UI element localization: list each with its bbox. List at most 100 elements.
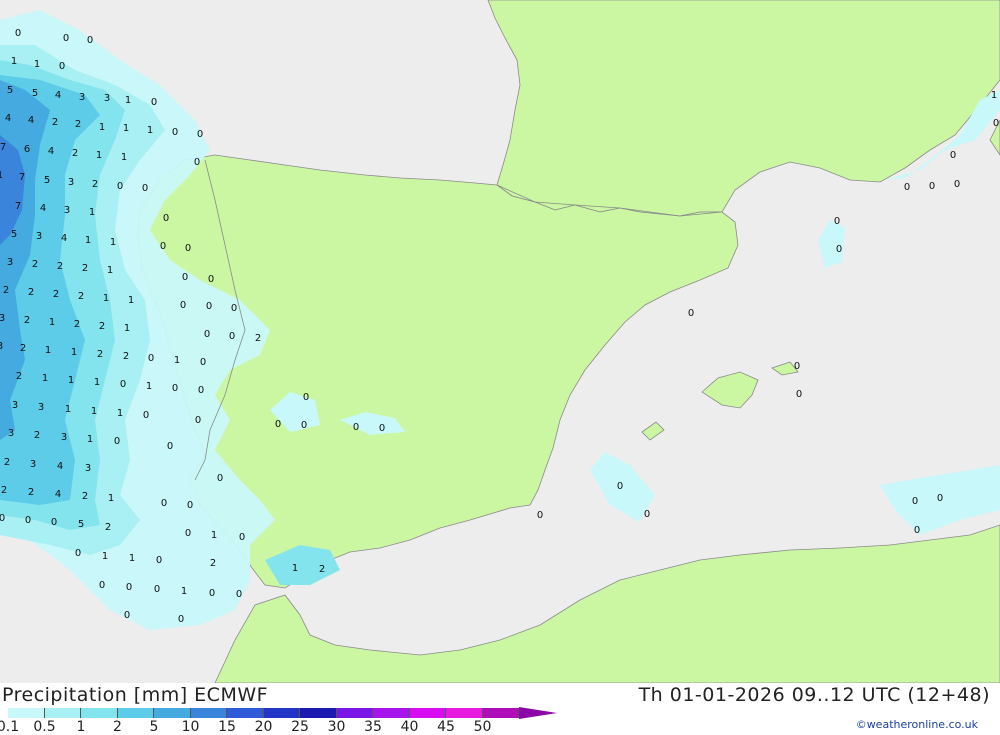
precip-value-label: 3 bbox=[104, 93, 110, 104]
precip-value-label: 0 bbox=[178, 614, 184, 625]
precip-value-label: 1 bbox=[49, 317, 55, 328]
precip-value-label: 0 bbox=[206, 301, 212, 312]
precip-value-label: 0 bbox=[993, 118, 999, 129]
precip-value-label: 0 bbox=[148, 353, 154, 364]
precip-value-label: 1 bbox=[0, 170, 3, 181]
precip-value-label: 1 bbox=[211, 530, 217, 541]
precip-value-label: 2 bbox=[57, 261, 63, 272]
precip-value-label: 0 bbox=[15, 28, 21, 39]
precip-value-label: 0 bbox=[197, 129, 203, 140]
precip-value-label: 2 bbox=[24, 315, 30, 326]
precip-value-label: 1 bbox=[107, 265, 113, 276]
precip-value-label: 1 bbox=[129, 553, 135, 564]
precip-value-label: 2 bbox=[74, 319, 80, 330]
precip-value-label: 0 bbox=[120, 379, 126, 390]
precip-value-label: 2 bbox=[210, 558, 216, 569]
precip-value-label: 1 bbox=[146, 381, 152, 392]
precip-value-label: 4 bbox=[61, 233, 67, 244]
precip-value-label: 0 bbox=[167, 441, 173, 452]
precip-value-label: 2 bbox=[99, 321, 105, 332]
precip-value-label: 3 bbox=[79, 92, 85, 103]
precip-value-label: 1 bbox=[89, 207, 95, 218]
precip-value-label: 0 bbox=[275, 419, 281, 430]
precip-value-label: 1 bbox=[71, 347, 77, 358]
precip-value-label: 0 bbox=[172, 383, 178, 394]
precip-value-label: 0 bbox=[204, 329, 210, 340]
precip-value-label: 5 bbox=[78, 519, 84, 530]
legend-swatch bbox=[336, 708, 373, 718]
precip-value-label: 0 bbox=[912, 496, 918, 507]
map-title: Precipitation [mm] ECMWF bbox=[2, 684, 269, 706]
precip-value-label: 0 bbox=[0, 513, 5, 524]
precip-value-label: 5 bbox=[44, 175, 50, 186]
legend-swatch bbox=[300, 708, 337, 718]
precip-value-label: 2 bbox=[255, 333, 261, 344]
precip-value-label: 0 bbox=[185, 528, 191, 539]
precip-value-label: 5 bbox=[11, 229, 17, 240]
precip-value-label: 0 bbox=[301, 420, 307, 431]
precip-value-label: 0 bbox=[229, 331, 235, 342]
precip-value-label: 1 bbox=[68, 375, 74, 386]
legend-swatch bbox=[44, 708, 81, 718]
precip-value-label: 1 bbox=[991, 90, 997, 101]
precip-value-label: 1 bbox=[174, 355, 180, 366]
precip-value-label: 0 bbox=[187, 500, 193, 511]
precip-value-label: 2 bbox=[123, 351, 129, 362]
precip-value-label: 0 bbox=[51, 517, 57, 528]
precip-value-label: 0 bbox=[231, 303, 237, 314]
precip-value-label: 0 bbox=[688, 308, 694, 319]
precip-value-label: 5 bbox=[32, 88, 38, 99]
precip-value-label: 0 bbox=[161, 498, 167, 509]
precip-value-label: 0 bbox=[114, 436, 120, 447]
precip-value-label: 0 bbox=[75, 548, 81, 559]
precip-value-label: 0 bbox=[796, 389, 802, 400]
legend-swatch bbox=[263, 708, 300, 718]
precip-value-label: 1 bbox=[45, 345, 51, 356]
precip-value-label: 1 bbox=[34, 59, 40, 70]
precip-value-label: 3 bbox=[36, 231, 42, 242]
precip-value-label: 2 bbox=[78, 291, 84, 302]
precip-value-label: 0 bbox=[379, 423, 385, 434]
precip-value-label: 1 bbox=[121, 152, 127, 163]
precip-value-label: 7 bbox=[15, 201, 21, 212]
precip-value-label: 2 bbox=[97, 349, 103, 360]
precip-value-label: 1 bbox=[124, 323, 130, 334]
precip-value-label: 1 bbox=[125, 95, 131, 106]
precip-value-label: 4 bbox=[48, 146, 54, 157]
precip-value-label: 0 bbox=[217, 473, 223, 484]
precip-value-label: 0 bbox=[194, 157, 200, 168]
credit-link[interactable]: ©weatheronline.co.uk bbox=[856, 718, 978, 731]
precip-value-label: 7 bbox=[19, 172, 25, 183]
precip-value-label: 0 bbox=[25, 515, 31, 526]
legend-swatch bbox=[190, 708, 227, 718]
precip-value-label: 0 bbox=[143, 410, 149, 421]
precip-value-label: 1 bbox=[292, 563, 298, 574]
precip-value-label: 3 bbox=[68, 177, 74, 188]
precip-value-label: 0 bbox=[195, 415, 201, 426]
precip-value-label: 2 bbox=[1, 485, 7, 496]
precip-value-label: 1 bbox=[103, 293, 109, 304]
precip-value-label: 2 bbox=[16, 371, 22, 382]
precip-value-label: 2 bbox=[28, 287, 34, 298]
precip-value-label: 0 bbox=[929, 181, 935, 192]
footer: Precipitation [mm] ECMWF Th 01-01-2026 0… bbox=[0, 683, 1000, 735]
precip-value-label: 0 bbox=[303, 392, 309, 403]
precip-value-label: 3 bbox=[0, 341, 3, 352]
precip-value-label: 0 bbox=[794, 361, 800, 372]
precip-value-label: 1 bbox=[117, 408, 123, 419]
precip-value-label: 1 bbox=[85, 235, 91, 246]
legend-swatch bbox=[117, 708, 154, 718]
precip-value-label: 0 bbox=[904, 182, 910, 193]
precip-value-label: 1 bbox=[181, 586, 187, 597]
precip-value-label: 0 bbox=[353, 422, 359, 433]
precip-value-label: 1 bbox=[147, 125, 153, 136]
precip-value-label: 4 bbox=[5, 113, 11, 124]
precip-value-label: 0 bbox=[200, 357, 206, 368]
precip-value-label: 0 bbox=[163, 213, 169, 224]
precip-value-label: 0 bbox=[836, 244, 842, 255]
precip-value-label: 3 bbox=[7, 257, 13, 268]
legend-swatch bbox=[409, 708, 446, 718]
precip-value-label: 1 bbox=[99, 122, 105, 133]
legend-swatch bbox=[154, 708, 191, 718]
precip-value-label: 2 bbox=[4, 457, 10, 468]
